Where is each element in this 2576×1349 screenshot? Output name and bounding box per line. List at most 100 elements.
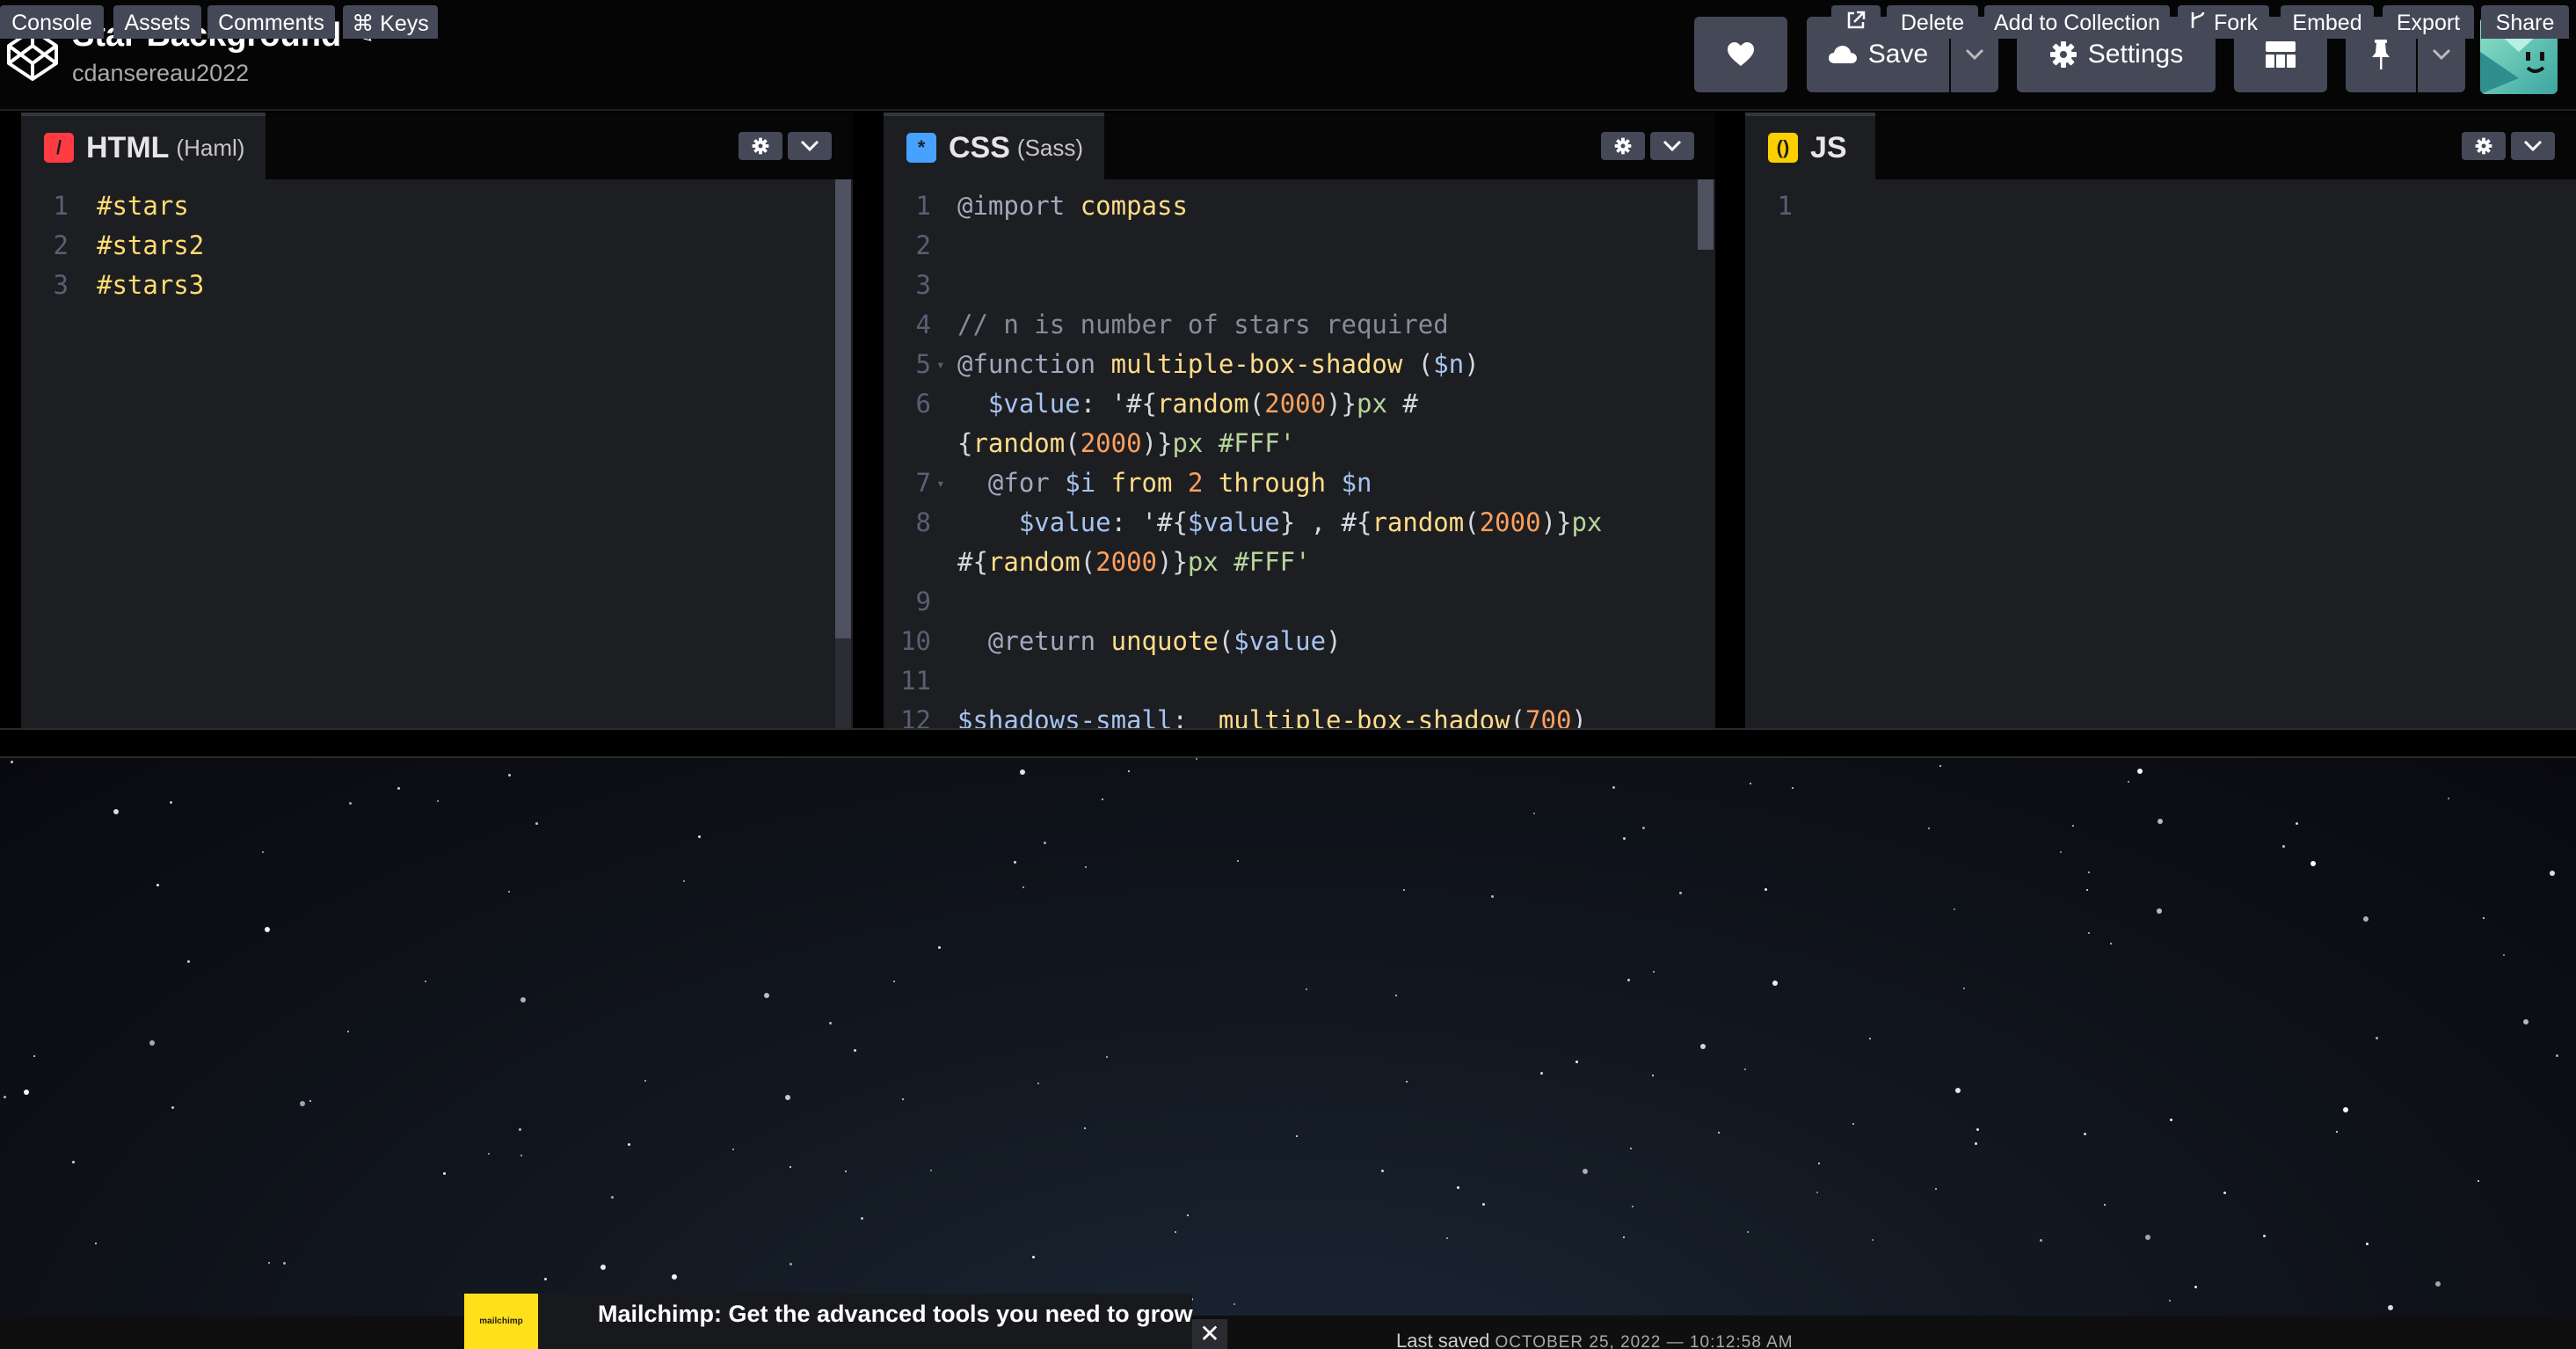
- delete-button[interactable]: Delete: [1887, 5, 1978, 39]
- star: [861, 1217, 863, 1220]
- css-scrollbar-thumb[interactable]: [1698, 179, 1714, 250]
- code-line[interactable]: 11: [884, 661, 1715, 701]
- gear-icon: [2049, 41, 2077, 68]
- code-line[interactable]: 5 ▾ @function multiple-box-shadow ($n): [884, 345, 1715, 384]
- star: [349, 802, 352, 805]
- line-number: 1: [1777, 191, 1793, 221]
- star: [2110, 943, 2112, 944]
- code-line[interactable]: {random(2000)}px #FFF': [884, 424, 1715, 463]
- fork-button[interactable]: Fork: [2178, 5, 2269, 39]
- code-token: 2000: [1080, 428, 1142, 458]
- love-button[interactable]: [1694, 17, 1787, 92]
- code-token: ): [1326, 626, 1342, 656]
- code-line[interactable]: #{random(2000)}px #FFF': [884, 543, 1715, 582]
- code-line[interactable]: 1: [1745, 186, 2576, 226]
- star: [2223, 1192, 2226, 1194]
- star: [1653, 971, 1655, 973]
- star: [829, 1022, 832, 1025]
- settings-label: Settings: [2087, 40, 2184, 69]
- sponsor-ad[interactable]: mailchimp Mailchimp: Get the advanced to…: [464, 1294, 1193, 1349]
- code-line[interactable]: 6 $value: '#{random(2000)}px #: [884, 384, 1715, 424]
- css-code-area[interactable]: 1 @import compass 2 3 4 // n is number of sta…: [884, 179, 1715, 728]
- code-token: px: [1571, 507, 1603, 537]
- star: [1446, 1237, 1448, 1239]
- code-line[interactable]: 4 // n is number of stars required: [884, 305, 1715, 345]
- star: [1852, 1123, 1854, 1125]
- fold-arrow-icon[interactable]: ▾: [936, 345, 945, 384]
- pen-author[interactable]: cdansereau2022: [72, 60, 375, 87]
- star: [2263, 1235, 2266, 1237]
- code-token: (: [1218, 626, 1234, 656]
- star: [2556, 1054, 2558, 1057]
- html-scrollbar-thumb[interactable]: [835, 179, 851, 638]
- fork-label: Fork: [2214, 11, 2258, 35]
- add-to-collection-button[interactable]: Add to Collection: [1984, 5, 2170, 39]
- code-text: $value: '#{random(2000)}px #: [957, 384, 1418, 424]
- keys-button[interactable]: ⌘ Keys: [343, 5, 438, 39]
- export-button[interactable]: Export: [2383, 5, 2474, 39]
- code-line[interactable]: 8 $value: '#{$value} , #{random(2000)}px: [884, 503, 1715, 543]
- html-code-area[interactable]: 1 #stars 2 #stars2 3 #stars3: [21, 179, 853, 728]
- code-token: $value: [1187, 507, 1280, 537]
- star: [508, 774, 511, 777]
- css-settings-button[interactable]: [1601, 132, 1645, 160]
- code-line[interactable]: 1 @import compass: [884, 186, 1715, 226]
- code-line[interactable]: 1 #stars: [21, 186, 853, 226]
- html-editor-tab[interactable]: / HTML (Haml): [21, 113, 266, 179]
- star: [283, 1262, 286, 1265]
- code-line[interactable]: 2: [884, 226, 1715, 266]
- comments-button[interactable]: Comments: [207, 5, 335, 39]
- code-line[interactable]: 10 @return unquote($value): [884, 622, 1715, 661]
- star: [1233, 1303, 1235, 1305]
- js-options-button[interactable]: [2511, 132, 2555, 160]
- js-settings-button[interactable]: [2462, 132, 2506, 160]
- open-in-new-window-button[interactable]: [1831, 5, 1881, 39]
- star: [1406, 1081, 1408, 1083]
- css-options-button[interactable]: [1650, 132, 1694, 160]
- preview-resizer[interactable]: [0, 728, 2576, 758]
- code-line[interactable]: 12 $shadows-small: multiple-box-shadow(70…: [884, 701, 1715, 728]
- line-number: 3: [53, 270, 69, 300]
- js-editor-tab[interactable]: () JS: [1745, 113, 1875, 179]
- embed-button[interactable]: Embed: [2281, 5, 2374, 39]
- code-line[interactable]: 9: [884, 582, 1715, 622]
- star: [2084, 1133, 2086, 1135]
- star: [1955, 1088, 1961, 1093]
- code-token: (: [1510, 705, 1526, 728]
- star: [1032, 1256, 1035, 1258]
- code-line[interactable]: 7 ▾ @for $i from 2 through $n: [884, 463, 1715, 503]
- html-options-button[interactable]: [788, 132, 832, 160]
- star: [1632, 1206, 1634, 1207]
- close-icon[interactable]: ✕: [1192, 1319, 1227, 1349]
- js-code-area[interactable]: 1: [1745, 179, 2576, 728]
- star: [1128, 770, 1130, 772]
- ad-text[interactable]: Mailchimp: Get the advanced tools you ne…: [598, 1301, 1193, 1328]
- star: [1869, 1038, 1871, 1039]
- star: [1935, 1188, 1937, 1190]
- html-settings-button[interactable]: [739, 132, 782, 160]
- star: [488, 1153, 490, 1155]
- code-line[interactable]: 3 #stars3: [21, 266, 853, 305]
- star: [544, 1278, 547, 1280]
- star: [4, 1096, 6, 1098]
- fold-arrow-icon[interactable]: ▾: [936, 463, 945, 503]
- share-button[interactable]: Share: [2481, 5, 2569, 39]
- console-button[interactable]: Console: [0, 5, 104, 39]
- star: [785, 1095, 790, 1100]
- code-token: {: [957, 428, 973, 458]
- code-line[interactable]: 3: [884, 266, 1715, 305]
- css-editor-tab[interactable]: * CSS (Sass): [884, 113, 1105, 179]
- code-token: (: [1065, 428, 1081, 458]
- code-line[interactable]: 2 #stars2: [21, 226, 853, 266]
- star: [1747, 1231, 1749, 1233]
- code-token: px: [1357, 389, 1387, 419]
- css-scrollbar[interactable]: [1698, 179, 1714, 250]
- star: [2145, 1235, 2150, 1240]
- code-text: @return unquote($value): [957, 622, 1342, 661]
- result-preview[interactable]: [0, 758, 2576, 1316]
- assets-button[interactable]: Assets: [113, 5, 201, 39]
- html-scrollbar[interactable]: [835, 179, 851, 728]
